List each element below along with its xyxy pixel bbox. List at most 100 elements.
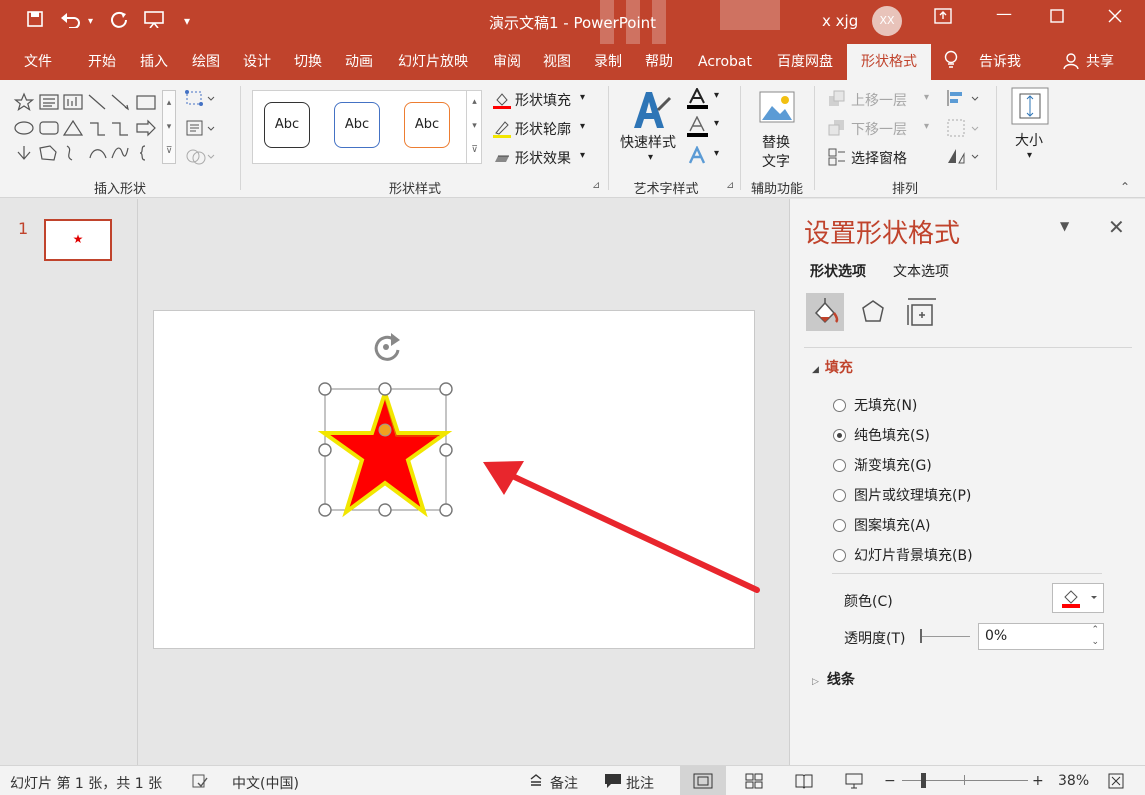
text-outline-dropdown-icon[interactable]: ▾	[714, 118, 719, 129]
lightbulb-icon[interactable]	[940, 44, 962, 80]
quick-styles-button[interactable]: 快速样式	[620, 132, 676, 152]
text-fill-dropdown-icon[interactable]: ▾	[714, 90, 719, 101]
quick-styles-dropdown-icon[interactable]: ▾	[648, 152, 653, 163]
shape-outline-dropdown-icon[interactable]: ▾	[580, 121, 585, 132]
tab-file[interactable]: 文件	[14, 44, 62, 80]
alt-text-label-2[interactable]: 文字	[762, 151, 790, 171]
collapse-ribbon-icon[interactable]: ⌃	[1120, 180, 1130, 194]
tab-text-options[interactable]: 文本选项	[893, 261, 949, 281]
tab-transitions[interactable]: 切换	[284, 44, 332, 80]
radio-background-fill[interactable]: 幻灯片背景填充(B)	[833, 545, 973, 565]
notes-icon[interactable]	[528, 773, 544, 793]
maximize-icon[interactable]	[1050, 8, 1064, 27]
tab-draw[interactable]: 绘图	[182, 44, 230, 80]
radio-solid-fill[interactable]: 纯色填充(S)	[833, 425, 930, 445]
selection-pane-button[interactable]: 选择窗格	[851, 148, 907, 168]
slide-thumbnail[interactable]: ★	[44, 219, 112, 261]
edit-shape-icon[interactable]	[184, 88, 216, 112]
slideshow-view-icon[interactable]	[845, 773, 863, 793]
shape-outline-button[interactable]: 形状轮廓	[515, 119, 571, 139]
language-indicator[interactable]: 中文(中国)	[232, 773, 299, 793]
tab-record[interactable]: 录制	[584, 44, 632, 80]
size-dropdown-icon[interactable]: ▾	[1027, 150, 1032, 161]
alt-text-icon[interactable]	[758, 90, 796, 130]
transparency-input[interactable]: 0% ⌃ ⌄	[978, 623, 1104, 650]
tab-baidu-netdisk[interactable]: 百度网盘	[768, 44, 842, 80]
ribbon-display-icon[interactable]	[934, 8, 952, 28]
shapes-gallery[interactable]	[12, 90, 160, 166]
comments-icon[interactable]	[604, 773, 622, 793]
wordart-a-icon[interactable]	[628, 88, 672, 136]
shape-fill-icon[interactable]	[492, 90, 512, 114]
radio-no-fill[interactable]: 无填充(N)	[833, 395, 917, 415]
tab-acrobat[interactable]: Acrobat	[690, 44, 760, 80]
spinner-arrows-icon[interactable]: ⌃ ⌄	[1091, 624, 1099, 648]
tab-shape-options[interactable]: 形状选项	[810, 261, 866, 281]
shape-effects-dropdown-icon[interactable]: ▾	[580, 150, 585, 161]
zoom-out-button[interactable]: −	[884, 773, 896, 789]
tab-help[interactable]: 帮助	[635, 44, 683, 80]
line-section-header[interactable]: ▷ 线条	[812, 669, 855, 689]
tab-review[interactable]: 审阅	[483, 44, 531, 80]
close-icon[interactable]	[1108, 8, 1122, 27]
fill-section-header[interactable]: ◢ 填充	[812, 357, 853, 377]
share-icon[interactable]	[1060, 44, 1082, 80]
pane-options-dropdown-icon[interactable]: ▼	[1060, 219, 1069, 233]
radio-gradient-fill[interactable]: 渐变填充(G)	[833, 455, 932, 475]
dialog-launcher-icon[interactable]: ⊿	[726, 180, 734, 191]
fill-color-picker[interactable]	[1052, 583, 1104, 613]
tab-insert[interactable]: 插入	[130, 44, 178, 80]
selection-pane-icon[interactable]	[828, 148, 846, 170]
size-properties-icon[interactable]	[903, 293, 941, 331]
text-effects-dropdown-icon[interactable]: ▾	[714, 148, 719, 159]
shape-fill-dropdown-icon[interactable]: ▾	[580, 92, 585, 103]
radio-picture-fill[interactable]: 图片或纹理填充(P)	[833, 485, 971, 505]
text-outline-icon[interactable]	[686, 115, 710, 142]
user-name[interactable]: x xjg	[822, 12, 858, 30]
shape-style-preview-1[interactable]: Abc	[264, 102, 310, 148]
slide-sorter-icon[interactable]	[745, 773, 763, 793]
fill-line-icon[interactable]	[806, 293, 844, 331]
tab-shape-format[interactable]: 形状格式	[847, 44, 931, 80]
shape-style-preview-2[interactable]: Abc	[334, 102, 380, 148]
fit-to-window-icon[interactable]	[1108, 773, 1124, 793]
zoom-in-button[interactable]: +	[1032, 773, 1044, 789]
accessibility-check-icon[interactable]	[192, 773, 208, 793]
pane-close-icon[interactable]: ✕	[1108, 215, 1125, 239]
text-box-icon[interactable]	[184, 118, 216, 142]
shape-outline-icon[interactable]	[492, 119, 512, 143]
zoom-slider-thumb[interactable]	[921, 773, 926, 788]
tab-slideshow[interactable]: 幻灯片放映	[390, 44, 476, 80]
size-button[interactable]: 大小	[1015, 130, 1043, 150]
share-button[interactable]: 共享	[1082, 44, 1118, 80]
shape-styles-scroll[interactable]: ▴ ▾ ⊽	[466, 90, 482, 164]
tab-view[interactable]: 视图	[533, 44, 581, 80]
align-icon[interactable]	[946, 88, 982, 112]
slide[interactable]	[153, 310, 755, 649]
tab-design[interactable]: 设计	[233, 44, 281, 80]
shapes-gallery-scroll[interactable]: ▴ ▾ ⊽	[162, 90, 176, 164]
tab-tell-me[interactable]: 告诉我	[970, 44, 1030, 80]
avatar[interactable]: XX	[872, 6, 902, 36]
shape-effects-icon[interactable]	[492, 148, 512, 172]
rotate-icon[interactable]	[946, 146, 982, 170]
radio-pattern-fill[interactable]: 图案填充(A)	[833, 515, 931, 535]
size-icon[interactable]	[1010, 86, 1050, 130]
normal-view-button[interactable]	[680, 766, 726, 795]
text-effects-icon[interactable]	[686, 145, 710, 170]
transparency-slider-thumb[interactable]	[920, 629, 922, 643]
shape-effects-button[interactable]: 形状效果	[515, 148, 571, 168]
transparency-slider[interactable]	[920, 636, 970, 637]
reading-view-icon[interactable]	[795, 773, 813, 793]
tab-animations[interactable]: 动画	[335, 44, 383, 80]
notes-button[interactable]: 备注	[550, 773, 578, 793]
comments-button[interactable]: 批注	[626, 773, 654, 793]
text-fill-icon[interactable]	[686, 86, 710, 114]
zoom-level[interactable]: 38%	[1058, 773, 1089, 789]
shape-style-preview-3[interactable]: Abc	[404, 102, 450, 148]
effects-icon[interactable]	[854, 293, 892, 331]
shape-fill-button[interactable]: 形状填充	[515, 90, 571, 110]
alt-text-label-1[interactable]: 替换	[762, 132, 790, 152]
tab-home[interactable]: 开始	[78, 44, 126, 80]
dialog-launcher-icon[interactable]: ⊿	[592, 180, 600, 191]
